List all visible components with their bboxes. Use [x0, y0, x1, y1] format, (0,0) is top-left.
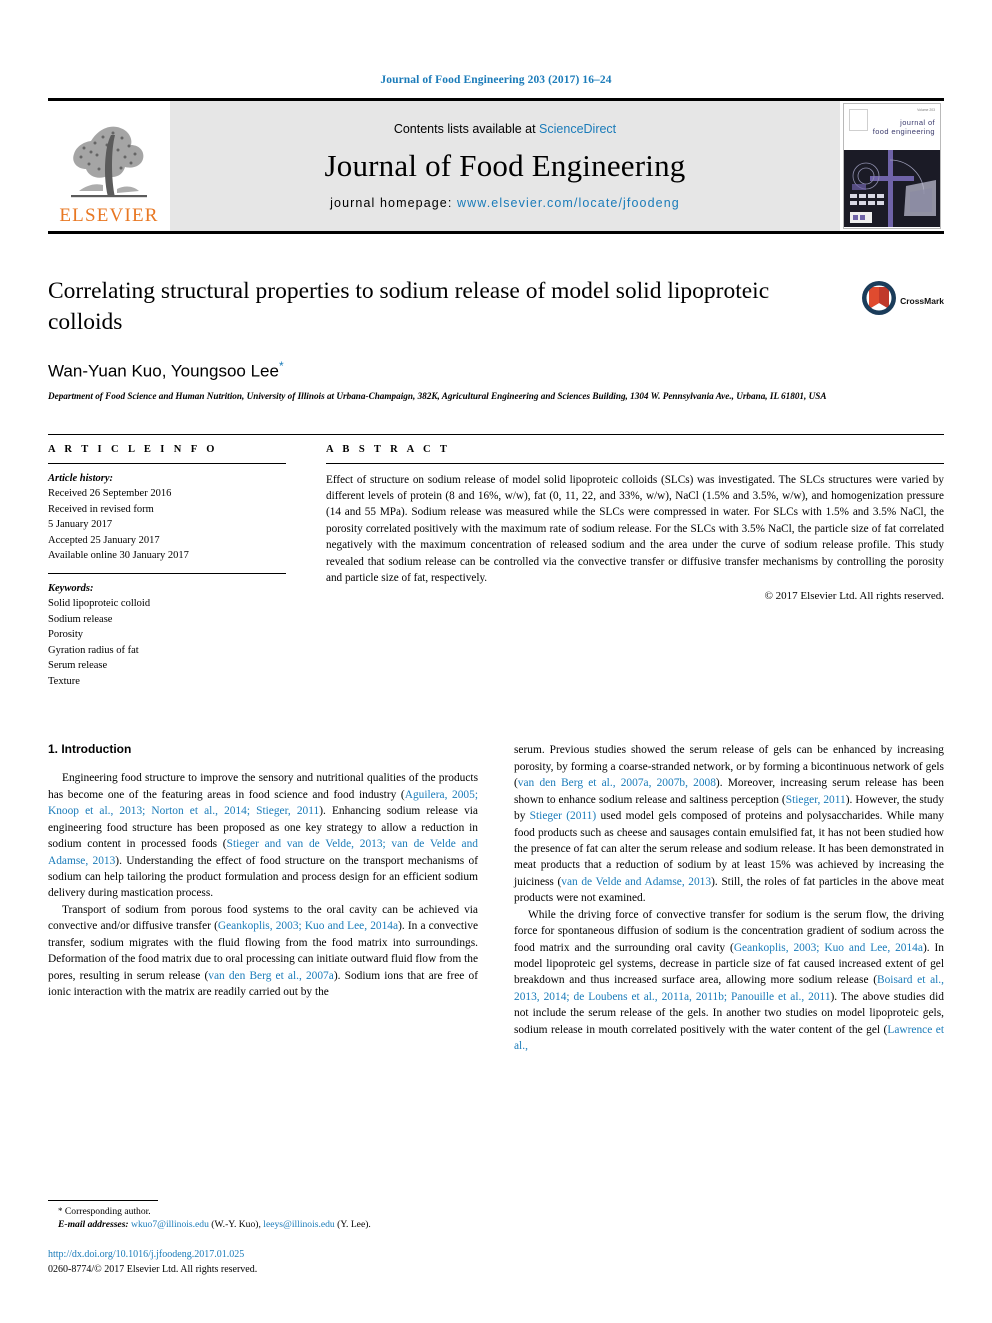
citation-link[interactable]: van de Velde and Adamse, 2013 — [561, 876, 711, 888]
body-columns: 1. Introduction Engineering food structu… — [48, 742, 944, 1054]
journal-article-page: Journal of Food Engineering 203 (2017) 1… — [0, 0, 992, 1323]
keywords-group: Keywords: Solid lipoproteic colloid Sodi… — [48, 574, 286, 699]
elsevier-logo: ELSEVIER — [48, 101, 170, 231]
citation-link[interactable]: van den Berg et al., 2007a — [208, 970, 334, 982]
doi-block: http://dx.doi.org/10.1016/j.jfoodeng.201… — [48, 1248, 478, 1277]
keyword-item: Gyration radius of fat — [48, 644, 139, 656]
keyword-item: Serum release — [48, 660, 108, 672]
journal-homepage-line: journal homepage: www.elsevier.com/locat… — [330, 196, 680, 210]
title-block: Correlating structural properties to sod… — [48, 276, 944, 404]
author-names: Wan-Yuan Kuo, Youngsoo Lee — [48, 361, 279, 381]
corresponding-author-text: Corresponding author. — [62, 1205, 151, 1217]
cover-issue-note: Volume 203 — [917, 108, 935, 112]
title-left: Correlating structural properties to sod… — [48, 276, 861, 404]
sciencedirect-link[interactable]: ScienceDirect — [539, 122, 616, 136]
corresponding-author-note: * Corresponding author. — [48, 1205, 478, 1219]
footnote-divider — [48, 1199, 158, 1201]
body-column-left: 1. Introduction Engineering food structu… — [48, 742, 478, 1054]
abstract-text: Effect of structure on sodium release of… — [326, 473, 944, 585]
history-line: Received 26 September 2016 — [48, 488, 172, 500]
abstract-copyright: © 2017 Elsevier Ltd. All rights reserved… — [764, 589, 944, 602]
cover-image: Volume 203 journal of food engineering — [843, 103, 941, 229]
email-link-1[interactable]: wkuo7@illinois.edu — [131, 1219, 209, 1230]
history-line: Received in revised form — [48, 503, 154, 515]
article-info-column: A R T I C L E I N F O Article history: R… — [48, 435, 286, 699]
journal-cover-thumbnail[interactable]: Volume 203 journal of food engineering — [840, 101, 944, 231]
contents-available-line: Contents lists available at ScienceDirec… — [394, 122, 616, 136]
body-column-right: serum. Previous studies showed the serum… — [514, 742, 944, 1054]
cover-journal-title: journal of food engineering — [873, 118, 935, 137]
keyword-item: Sodium release — [48, 613, 113, 625]
cover-top-band: Volume 203 journal of food engineering — [844, 104, 940, 150]
citation-link[interactable]: Stieger (2011) — [530, 810, 597, 822]
paragraph: serum. Previous studies showed the serum… — [514, 742, 944, 906]
citation-link[interactable]: Geankoplis, 2003; Kuo and Lee, 2014a — [734, 942, 923, 954]
abstract-heading: A B S T R A C T — [326, 443, 451, 455]
cover-elsevier-icon — [849, 109, 868, 131]
section-heading-introduction: 1. Introduction — [48, 742, 132, 757]
email-label: E-mail addresses: — [58, 1219, 129, 1231]
masthead-center: Contents lists available at ScienceDirec… — [170, 101, 840, 231]
journal-masthead: ELSEVIER Contents lists available at Sci… — [48, 98, 944, 234]
elsevier-tree-icon — [61, 119, 157, 205]
crossmark-icon — [861, 280, 897, 321]
crossmark-badge[interactable]: CrossMark — [861, 280, 944, 321]
keywords-heading: Keywords: — [48, 582, 94, 594]
corresponding-author-marker: * — [278, 359, 284, 374]
homepage-prefix: journal homepage: — [330, 196, 457, 210]
issn-copyright-line: 0260-8774/© 2017 Elsevier Ltd. All right… — [48, 1263, 258, 1275]
history-line: Accepted 25 January 2017 — [48, 534, 160, 546]
running-head: Journal of Food Engineering 203 (2017) 1… — [380, 74, 612, 86]
author-list: Wan-Yuan Kuo, Youngsoo Lee* — [48, 359, 843, 382]
keyword-item: Solid lipoproteic colloid — [48, 598, 151, 610]
page-title: Correlating structural properties to sod… — [48, 278, 770, 335]
paragraph: While the driving force of convective tr… — [514, 907, 944, 1055]
email-separator: , — [258, 1219, 261, 1231]
footnote-area: * Corresponding author. E-mail addresses… — [48, 1199, 478, 1277]
doi-link[interactable]: http://dx.doi.org/10.1016/j.jfoodeng.201… — [48, 1248, 478, 1263]
cover-artwork — [844, 150, 940, 227]
paragraph: Transport of sodium from porous food sys… — [48, 902, 478, 1001]
article-history-group: Article history: Received 26 September 2… — [48, 464, 286, 573]
history-line: Available online 30 January 2017 — [48, 550, 189, 562]
crossmark-label: CrossMark — [900, 295, 944, 306]
citation-link[interactable]: van den Berg et al., 2007a, 2007b, 2008 — [518, 777, 716, 789]
citation-link[interactable]: Geankoplis, 2003; Kuo and Lee, 2014a — [218, 920, 398, 932]
journal-title: Journal of Food Engineering — [324, 148, 686, 183]
email-owner-2: (Y. Lee) — [337, 1219, 369, 1231]
citation-link[interactable]: Stieger, 2011 — [786, 794, 846, 806]
email-link-2[interactable]: leeys@illinois.edu — [263, 1219, 334, 1230]
paragraph: Engineering food structure to improve th… — [48, 770, 478, 901]
keyword-item: Porosity — [48, 629, 84, 641]
keyword-item: Texture — [48, 675, 80, 687]
abstract-column: A B S T R A C T Effect of structure on s… — [326, 435, 944, 699]
email-period: . — [368, 1219, 371, 1231]
email-owner-1: (W.-Y. Kuo) — [211, 1219, 259, 1231]
article-info-heading: A R T I C L E I N F O — [48, 443, 218, 455]
article-history-heading: Article history: — [48, 472, 114, 484]
elsevier-wordmark: ELSEVIER — [59, 205, 159, 226]
email-note: E-mail addresses: wkuo7@illinois.edu (W.… — [48, 1218, 478, 1232]
cover-title-line2: food engineering — [872, 127, 935, 137]
affiliation: Department of Food Science and Human Nut… — [48, 390, 827, 401]
history-line: 5 January 2017 — [48, 519, 113, 531]
info-abstract-region: A R T I C L E I N F O Article history: R… — [48, 435, 944, 699]
homepage-url-link[interactable]: www.elsevier.com/locate/jfoodeng — [457, 196, 680, 210]
contents-prefix: Contents lists available at — [393, 122, 540, 136]
cover-title-line1: journal of — [900, 118, 935, 127]
